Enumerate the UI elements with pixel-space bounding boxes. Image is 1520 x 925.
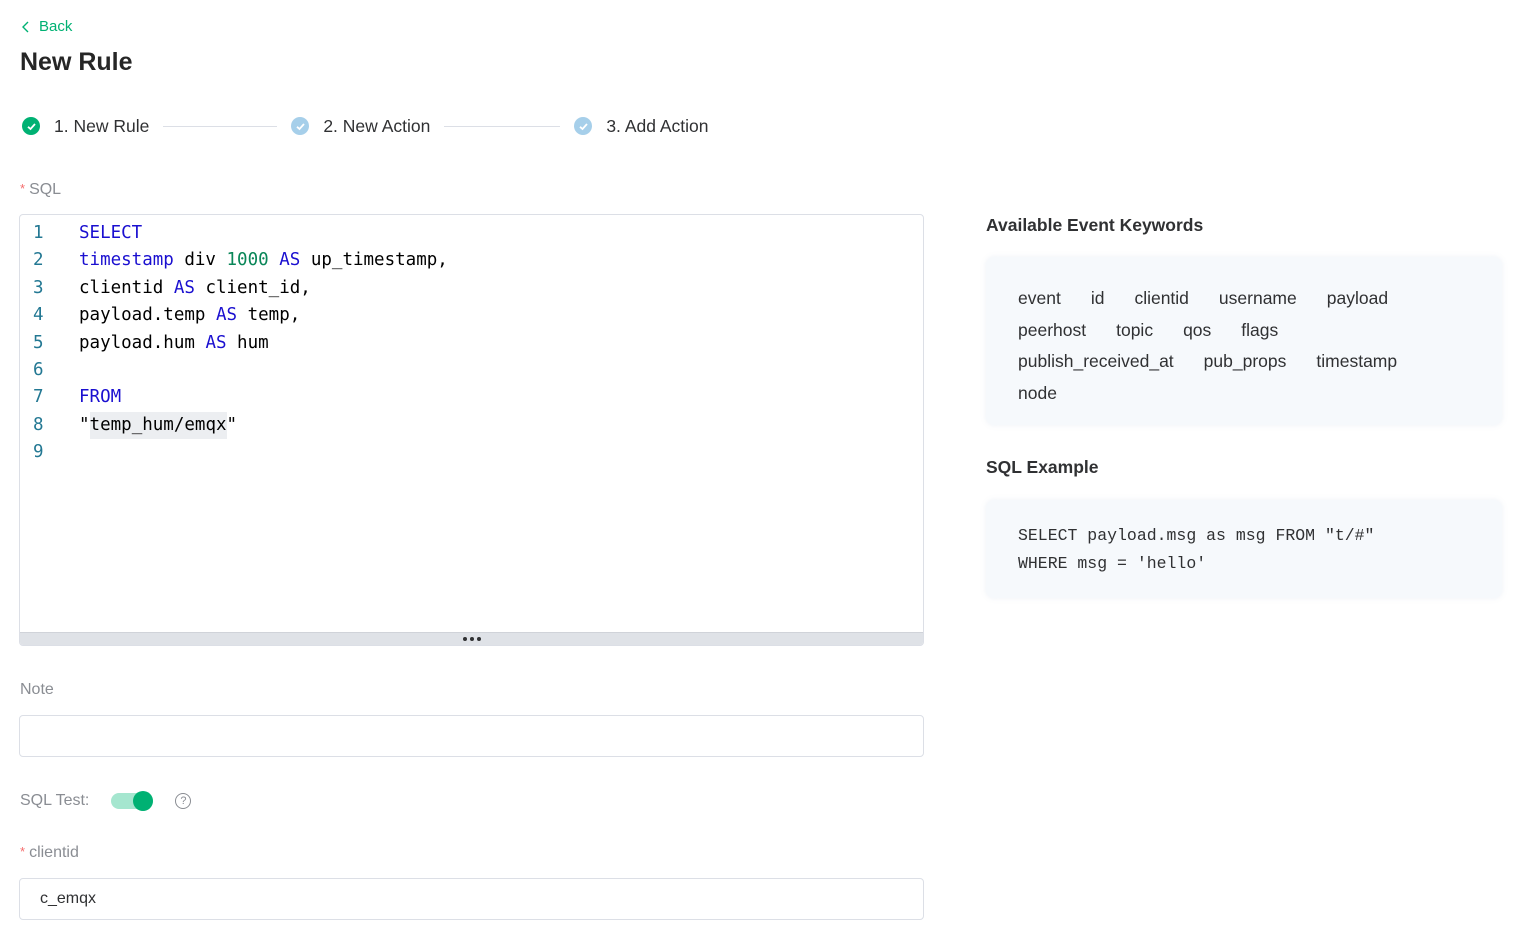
code-line: 3 clientid AS client_id, — [20, 275, 448, 302]
code-line: 5 payload.hum AS hum — [20, 330, 448, 357]
step-add-action: 3. Add Action — [574, 115, 709, 137]
code-token: payload.hum — [79, 332, 206, 353]
clientid-input[interactable]: c_emqx — [19, 878, 924, 920]
step-new-action: 2. New Action — [291, 116, 430, 137]
keywords-panel: event id clientid username payload peerhost to… — [986, 257, 1502, 425]
code-token: SELECT — [79, 223, 143, 243]
keyword-item[interactable]: event — [1018, 283, 1061, 315]
keyword-item[interactable]: peerhost — [1018, 315, 1086, 347]
code-token: payload.temp — [79, 305, 216, 326]
keyword-row: publish_received_at pub_props timestamp — [1018, 346, 1502, 378]
step-label: 2. New Action — [323, 115, 431, 136]
line-number: 1 — [33, 223, 44, 243]
code-token: clientid — [79, 277, 174, 298]
example-line: SELECT payload.msg as msg FROM "t/#" — [1018, 526, 1375, 545]
line-number: 7 — [33, 387, 44, 408]
keyword-item[interactable]: payload — [1327, 283, 1388, 315]
more-dots-icon — [462, 637, 481, 641]
keyword-row: peerhost topic qos flags — [1018, 315, 1502, 347]
steps-bar: 1. New Rule 2. New Action 3. Add Action — [22, 112, 709, 140]
clientid-label-text: clientid — [29, 844, 79, 861]
code-token: " — [79, 414, 90, 435]
keyword-item[interactable]: node — [1018, 378, 1057, 410]
step-divider — [163, 125, 278, 127]
code-token: div — [173, 250, 227, 271]
keyword-item[interactable]: clientid — [1134, 283, 1188, 315]
code-line: 6 — [20, 357, 448, 384]
code-token: hum — [226, 332, 269, 353]
code-line: 4 payload.temp AS temp, — [20, 302, 448, 329]
sql-example-panel: SELECT payload.msg as msg FROM "t/#" WHE… — [986, 500, 1502, 598]
code-token: " — [226, 414, 238, 435]
question-circle-icon[interactable]: ? — [175, 793, 192, 809]
step-label: 3. Add Action — [606, 115, 709, 136]
code-token: AS — [173, 277, 195, 298]
step-label: 1. New Rule — [54, 115, 150, 136]
step-divider — [444, 125, 561, 127]
keyword-item[interactable]: qos — [1183, 315, 1211, 347]
keywords-title: Available Event Keywords — [986, 215, 1204, 235]
check-circle-icon — [22, 117, 40, 135]
note-label: Note — [20, 681, 54, 698]
code-token: AS — [205, 332, 227, 353]
check-circle-icon — [574, 117, 593, 135]
line-number: 6 — [33, 359, 44, 380]
sql-example-title: SQL Example — [986, 457, 1099, 477]
keyword-item[interactable]: publish_received_at — [1018, 346, 1174, 378]
back-label: Back — [39, 18, 73, 35]
keyword-item[interactable]: timestamp — [1316, 346, 1397, 378]
code-token: AS — [279, 250, 301, 271]
code-token: client_id, — [194, 277, 311, 298]
page-title: New Rule — [20, 48, 133, 76]
keyword-item[interactable]: flags — [1241, 315, 1278, 347]
code-line: 7 FROM — [20, 384, 448, 411]
code-line: 2 timestamp div 1000 AS up_timestamp, — [20, 247, 448, 274]
check-circle-icon — [291, 117, 310, 135]
keyword-item[interactable]: pub_props — [1204, 346, 1287, 378]
keyword-item[interactable]: username — [1219, 283, 1297, 315]
sql-test-row: SQL Test: ? — [20, 790, 192, 812]
line-number: 2 — [33, 250, 44, 271]
sql-code[interactable]: 1 SELECT 2 timestamp div 1000 AS up_timesta… — [20, 220, 448, 467]
line-number: 8 — [33, 414, 44, 435]
step-new-rule: 1. New Rule — [22, 116, 149, 137]
line-number: 5 — [33, 332, 44, 353]
back-link[interactable]: Back — [21, 18, 72, 35]
required-mark: * — [20, 844, 26, 859]
line-number: 9 — [33, 442, 44, 463]
code-token: timestamp — [79, 250, 174, 271]
line-number: 4 — [33, 305, 44, 326]
toggle-knob — [133, 791, 154, 811]
editor-resize-handle[interactable] — [20, 632, 923, 645]
code-token: temp_hum/emqx — [89, 411, 227, 440]
keyword-row: event id clientid username payload — [1018, 283, 1502, 315]
keyword-row: node — [1018, 378, 1502, 410]
sql-test-toggle[interactable] — [111, 791, 154, 811]
code-token: AS — [215, 305, 238, 326]
note-input[interactable] — [19, 715, 924, 757]
sql-editor[interactable]: 1 SELECT 2 timestamp div 1000 AS up_timesta… — [19, 214, 924, 646]
code-token: 1000 — [226, 250, 269, 271]
code-line: 1 SELECT — [20, 220, 448, 247]
code-line: 8 " temp_hum/emqx " — [20, 411, 448, 440]
line-number: 3 — [33, 277, 44, 298]
keyword-item[interactable]: topic — [1116, 315, 1153, 347]
clientid-label: * clientid — [20, 844, 79, 862]
sql-label-text: SQL — [29, 181, 62, 198]
sql-test-label: SQL Test: — [20, 792, 90, 809]
keyword-item[interactable]: id — [1091, 283, 1105, 315]
chevron-left-icon — [22, 21, 29, 32]
code-token: up_timestamp, — [300, 250, 448, 271]
code-token: FROM — [79, 387, 122, 408]
code-line: 9 — [20, 439, 448, 466]
sql-label: * SQL — [20, 181, 61, 199]
required-mark: * — [20, 181, 26, 196]
code-token: temp, — [237, 305, 301, 326]
example-line: WHERE msg = 'hello' — [1018, 554, 1207, 573]
